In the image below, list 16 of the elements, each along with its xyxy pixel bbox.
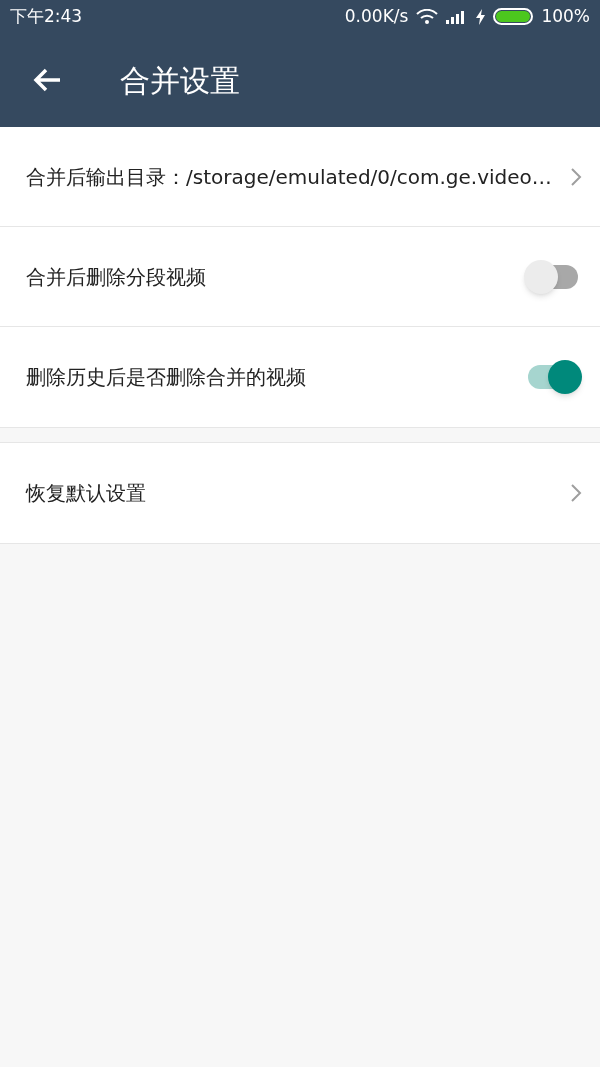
settings-row[interactable]: 删除历史后是否删除合并的视频 [0, 327, 600, 427]
setting-label: 合并后删除分段视频 [26, 263, 206, 291]
setting-label: 删除历史后是否删除合并的视频 [26, 364, 306, 391]
network-speed: 0.00K/s [344, 4, 409, 28]
setting-label: 恢复默认设置 [26, 480, 146, 507]
page-title: 合并设置 [120, 61, 240, 100]
setting-label: 合并后输出目录：/storage/emulated/0/com.ge.video… [26, 163, 552, 191]
wifi-icon [416, 8, 439, 25]
battery-percent: 100% [541, 4, 590, 28]
settings-row[interactable]: 合并后输出目录：/storage/emulated/0/com.ge.video… [0, 127, 600, 227]
settings-row[interactable]: 合并后删除分段视频 [0, 227, 600, 327]
chevron-right-icon [570, 483, 582, 503]
settings-row[interactable]: 恢复默认设置 [0, 443, 600, 543]
status-time: 下午2:43 [10, 4, 83, 28]
charging-icon [476, 8, 486, 25]
chevron-right-icon [570, 166, 582, 187]
